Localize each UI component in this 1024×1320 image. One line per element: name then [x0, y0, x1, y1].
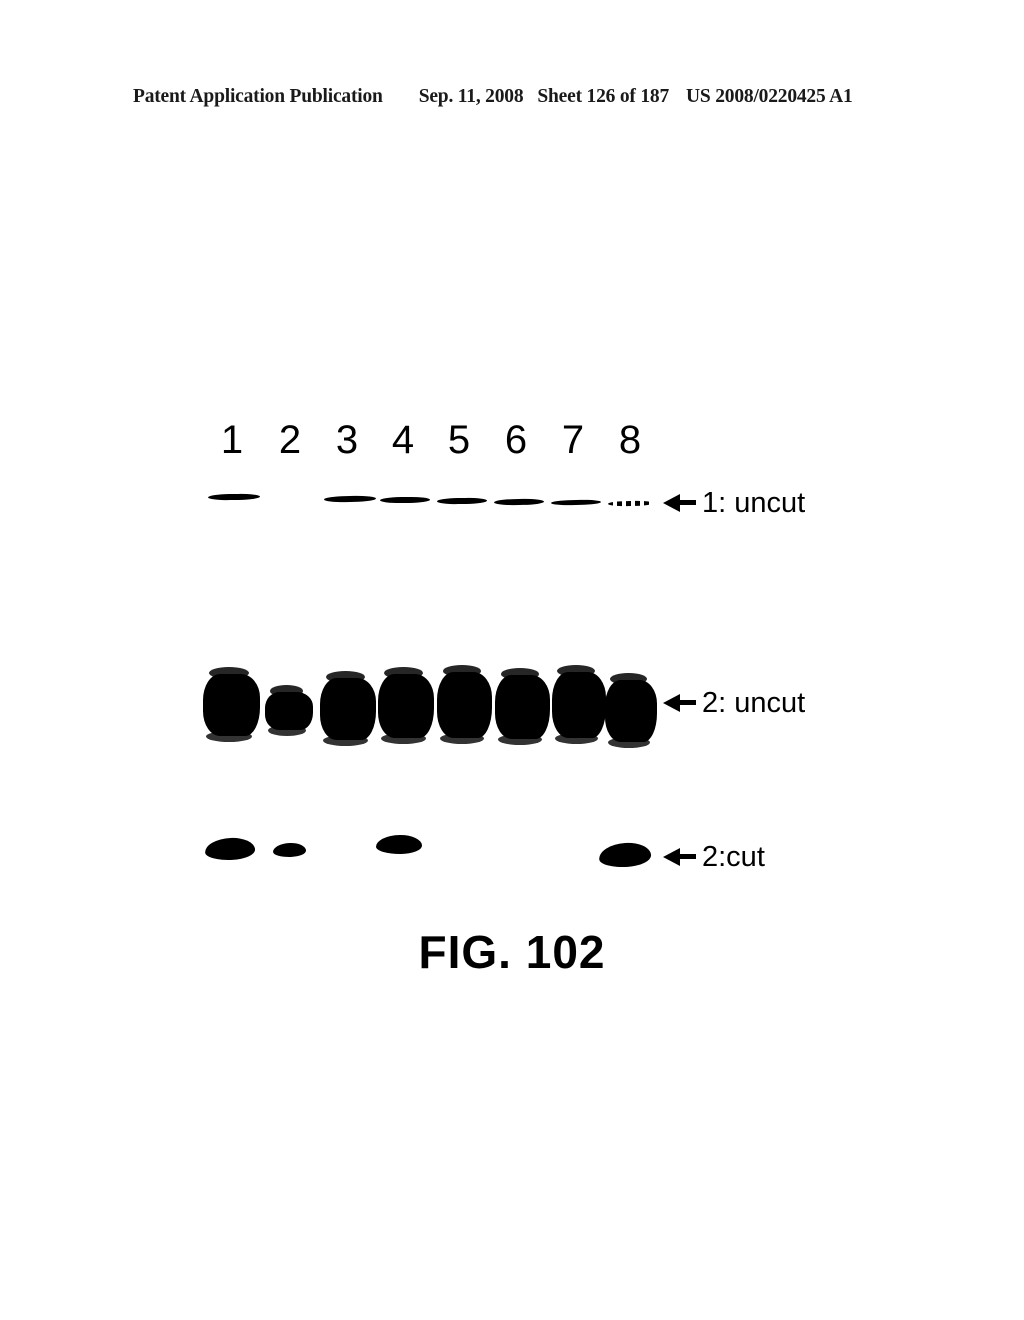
left-arrow-icon [663, 490, 697, 516]
band-row1-lane1 [207, 493, 261, 501]
band-row3-lane2 [272, 842, 307, 858]
lane-number-strip: 1 2 3 4 5 6 7 8 [200, 418, 660, 466]
figure-caption: FIG. 102 [418, 926, 606, 978]
band-row2-lane3 [320, 671, 376, 746]
band-row1-lane4 [379, 496, 431, 504]
lane-number-4: 4 [391, 418, 415, 462]
figure-102: 1 2 3 4 5 6 7 8 1: uncut 2: uncut 2:cut … [0, 0, 1024, 1320]
band-row1-lane8 [607, 500, 654, 507]
row-label-2-uncut: 2: uncut [663, 688, 805, 718]
band-row1-lane7 [550, 499, 602, 506]
lane-number-5: 5 [447, 418, 471, 462]
lane-number-7: 7 [561, 418, 585, 462]
row-label-1-uncut: 1: uncut [663, 488, 805, 518]
row-label-text: 2: uncut [702, 687, 806, 719]
lane-number-8: 8 [618, 418, 642, 462]
left-arrow-icon [663, 690, 697, 716]
row-label-text: 1: uncut [702, 487, 806, 519]
band-row1-lane3 [323, 495, 377, 503]
band-row2-lane5 [437, 665, 492, 744]
band-row2-lane4 [378, 667, 434, 744]
band-row3-lane8 [598, 841, 652, 869]
row-label-text: 2:cut [702, 841, 765, 873]
band-row2-lane2 [265, 685, 313, 736]
band-row2-lane7 [552, 665, 606, 744]
band-row1-lane5 [436, 497, 488, 505]
band-row-2-uncut: 2: uncut [0, 660, 1024, 760]
band-row1-lane6 [493, 498, 545, 506]
lane-number-2: 2 [278, 418, 302, 462]
band-row3-lane1 [204, 836, 256, 862]
row-label-2-cut: 2:cut [663, 842, 765, 872]
left-arrow-icon [663, 844, 697, 870]
band-row2-lane6 [495, 668, 550, 745]
band-row-1-uncut: 1: uncut [0, 488, 1024, 524]
band-row2-lane1 [203, 667, 260, 742]
band-row-2-cut: 2:cut [0, 830, 1024, 886]
lane-number-3: 3 [335, 418, 359, 462]
lane-number-6: 6 [504, 418, 528, 462]
lane-number-1: 1 [220, 418, 244, 462]
band-row3-lane4 [375, 834, 423, 855]
band-row2-lane8 [605, 673, 657, 748]
